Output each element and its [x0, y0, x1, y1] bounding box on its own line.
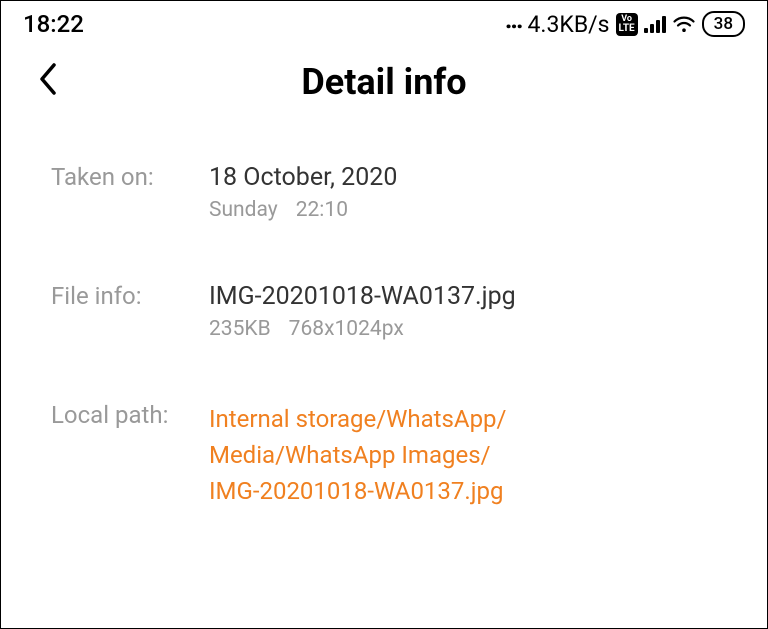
detail-content: Taken on: 18 October, 2020 Sunday22:10 F…	[1, 133, 767, 509]
taken-on-daytime: Sunday22:10	[209, 198, 717, 222]
header: Detail info	[1, 43, 767, 133]
local-path-text: Internal storage/WhatsApp/ Media/WhatsAp…	[209, 401, 717, 509]
taken-on-label: Taken on:	[51, 163, 209, 222]
file-info-value: IMG-20201018-WA0137.jpg 235KB768x1024px	[209, 282, 717, 341]
volte-icon: Vo LTE	[616, 13, 638, 36]
status-time: 18:22	[23, 10, 84, 38]
status-bar: 18:22 ... 4.3KB/s Vo LTE 38	[1, 1, 767, 43]
file-info-row: File info: IMG-20201018-WA0137.jpg 235KB…	[51, 282, 717, 341]
back-button[interactable]	[36, 61, 58, 104]
taken-on-value: 18 October, 2020 Sunday22:10	[209, 163, 717, 222]
local-path-label: Local path:	[51, 401, 209, 509]
file-info-label: File info:	[51, 282, 209, 341]
file-name: IMG-20201018-WA0137.jpg	[209, 282, 717, 311]
local-path-row: Local path: Internal storage/WhatsApp/ M…	[51, 401, 717, 509]
wifi-icon	[672, 14, 696, 34]
taken-on-row: Taken on: 18 October, 2020 Sunday22:10	[51, 163, 717, 222]
page-title: Detail info	[31, 61, 737, 103]
data-speed: 4.3KB/s	[528, 11, 610, 38]
taken-on-date: 18 October, 2020	[209, 163, 717, 192]
status-dots-icon: ...	[505, 5, 522, 35]
signal-icon	[644, 15, 666, 33]
status-indicators: ... 4.3KB/s Vo LTE 38	[505, 9, 745, 39]
battery-indicator: 38	[702, 11, 745, 37]
local-path-value[interactable]: Internal storage/WhatsApp/ Media/WhatsAp…	[209, 401, 717, 509]
file-size-dims: 235KB768x1024px	[209, 317, 717, 341]
